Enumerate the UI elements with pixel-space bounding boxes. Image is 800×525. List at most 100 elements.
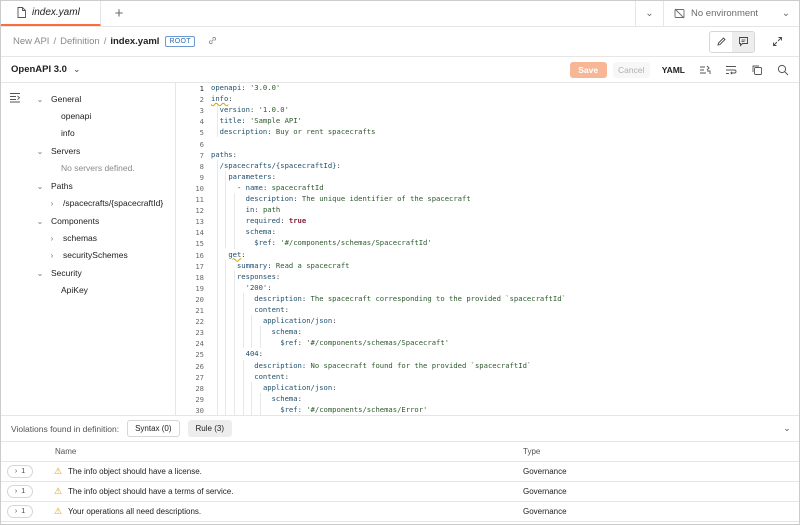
code-line[interactable]: schema: <box>211 326 302 337</box>
code-line[interactable]: title: 'Sample API' <box>211 115 302 126</box>
tab-index-yaml[interactable]: index.yaml <box>1 1 101 26</box>
table-row[interactable]: › 1 ⚠ The info object should have a lice… <box>1 462 799 482</box>
code-line[interactable]: description: Buy or rent spacecrafts <box>211 126 376 137</box>
plus-icon: + <box>114 5 124 22</box>
format-selector[interactable]: YAML <box>662 65 685 75</box>
line-number: 7 <box>199 150 204 160</box>
chevron-down-icon[interactable]: ⌄ <box>73 64 81 75</box>
code-line[interactable]: /spacecrafts/{spacecraftId}: <box>211 160 341 171</box>
environment-dropdown[interactable]: ⌄ <box>773 1 799 26</box>
outline-section-general[interactable]: ⌄ General <box>35 94 82 104</box>
code-line[interactable]: - name: spacecraftId <box>211 182 324 193</box>
outline-item-openapi[interactable]: openapi <box>61 111 91 121</box>
code-line[interactable]: parameters: <box>211 171 276 182</box>
code-line[interactable]: paths: <box>211 149 237 160</box>
copy-icon[interactable] <box>751 64 763 76</box>
no-environment-icon <box>674 8 685 19</box>
chevron-down-icon: ⌄ <box>36 181 44 191</box>
line-number: 19 <box>195 283 204 293</box>
outline-item-apikey[interactable]: ApiKey <box>61 285 88 295</box>
violation-message: The info object should have a terms of s… <box>68 487 234 496</box>
outline-item-label: ApiKey <box>61 285 88 295</box>
definition-outline: ⌄ General openapi info ⌄ Servers No serv… <box>1 83 176 415</box>
breadcrumb-separator: / <box>103 36 107 47</box>
spec-version-label[interactable]: OpenAPI 3.0 <box>11 64 67 75</box>
code-line[interactable]: schema: <box>211 226 276 237</box>
row-expand-button[interactable]: › 1 <box>7 505 33 518</box>
table-row[interactable]: › 1 ⚠ The info object should have a term… <box>1 482 799 502</box>
environment-selector[interactable]: No environment <box>663 1 773 26</box>
violation-type: Governance <box>523 487 567 496</box>
expand-icon <box>772 37 782 46</box>
code-line[interactable]: responses: <box>211 271 280 282</box>
edit-mode-button[interactable] <box>710 32 732 52</box>
outline-item-security-schemes[interactable]: › securitySchemes <box>47 250 128 260</box>
code-line[interactable]: schema: <box>211 393 302 404</box>
code-line[interactable]: application/json: <box>211 315 337 326</box>
line-number: 1 <box>199 84 204 93</box>
outline-section-servers[interactable]: ⌄ Servers <box>35 146 81 156</box>
code-line[interactable]: get: <box>211 249 245 260</box>
chevron-right-icon: › <box>50 233 54 243</box>
code-line[interactable]: required: true <box>211 215 307 226</box>
breadcrumb-api[interactable]: New API <box>13 36 49 47</box>
violation-message: Your operations all need descriptions. <box>68 507 202 516</box>
rule-filter-button[interactable]: Rule (3) <box>187 420 232 437</box>
chevron-right-icon: › <box>14 508 18 515</box>
code-line[interactable]: 404: <box>211 348 263 359</box>
search-icon[interactable] <box>777 64 789 76</box>
line-number: 24 <box>195 339 204 349</box>
outline-item-schemas[interactable]: › schemas <box>47 233 97 243</box>
code-line[interactable]: content: <box>211 371 289 382</box>
comment-mode-button[interactable] <box>732 31 754 52</box>
line-number: 21 <box>195 306 204 315</box>
code-line[interactable]: description: No spacecraft found for the… <box>211 360 531 371</box>
code-line[interactable]: version: '1.0.0' <box>211 104 289 115</box>
outline-item-info[interactable]: info <box>61 128 75 138</box>
code-line[interactable]: $ref: '#/components/schemas/SpacecraftId… <box>211 237 431 248</box>
line-number: 25 <box>195 350 204 360</box>
line-number: 26 <box>195 361 204 371</box>
tab-label: index.yaml <box>32 7 80 18</box>
line-number: 23 <box>195 328 204 338</box>
code-editor[interactable]: 1 2 3 4 5 6 7 8 9 10 11 12 13 14 15 16 17 18 19 20 21 22 23 24 2… <box>176 83 799 415</box>
code-line[interactable]: content: <box>211 304 289 315</box>
code-line[interactable]: '200': <box>211 282 272 293</box>
outline-section-components[interactable]: ⌄ Components <box>35 216 100 226</box>
outline-section-paths[interactable]: ⌄ Paths <box>35 181 73 191</box>
tab-list-button[interactable]: ⌄ <box>635 1 663 26</box>
line-number: 2 <box>199 95 204 105</box>
code-line[interactable]: application/json: <box>211 382 337 393</box>
environment-label: No environment <box>691 8 759 19</box>
code-line[interactable]: summary: Read a spacecraft <box>211 260 350 271</box>
outline-empty-servers: No servers defined. <box>61 163 135 173</box>
save-button[interactable]: Save <box>569 61 607 78</box>
breadcrumb-definition[interactable]: Definition <box>60 36 100 47</box>
row-expand-button[interactable]: › 1 <box>7 485 33 498</box>
code-line[interactable]: in: path <box>211 204 281 215</box>
code-line[interactable]: $ref: '#/components/schemas/Error' <box>211 404 427 415</box>
link-icon[interactable] <box>207 35 218 49</box>
row-expand-button[interactable]: › 1 <box>7 465 33 478</box>
code-line[interactable]: info: <box>211 93 233 104</box>
outline-toggle-icon[interactable] <box>9 92 21 106</box>
beautify-icon[interactable] <box>699 64 711 76</box>
breadcrumb-separator: / <box>53 36 57 47</box>
line-number: 8 <box>199 161 204 171</box>
code-line[interactable]: description: The unique identifier of th… <box>211 193 471 204</box>
code-line[interactable]: $ref: '#/components/schemas/Spacecraft' <box>211 337 449 348</box>
syntax-filter-button[interactable]: Syntax (0) <box>127 420 180 437</box>
expand-button[interactable] <box>767 32 787 52</box>
cancel-button[interactable]: Cancel <box>612 61 650 78</box>
chevron-down-icon[interactable]: ⌄ <box>775 423 799 434</box>
new-tab-button[interactable]: + <box>101 1 137 26</box>
outline-item-label: info <box>61 128 75 138</box>
outline-item-path[interactable]: › /spacecrafts/{spacecraftId} <box>47 198 164 208</box>
code-line[interactable]: description: The spacecraft correspondin… <box>211 293 566 304</box>
wrap-text-icon[interactable] <box>725 64 737 76</box>
violations-bar: Violations found in definition: Syntax (… <box>1 416 799 442</box>
outline-section-security[interactable]: ⌄ Security <box>35 268 82 278</box>
table-row[interactable]: › 1 ⚠ Your operations all need descripti… <box>1 502 799 522</box>
code-line[interactable]: openapi: '3.0.0' <box>211 83 280 93</box>
chevron-right-icon: › <box>50 198 54 208</box>
